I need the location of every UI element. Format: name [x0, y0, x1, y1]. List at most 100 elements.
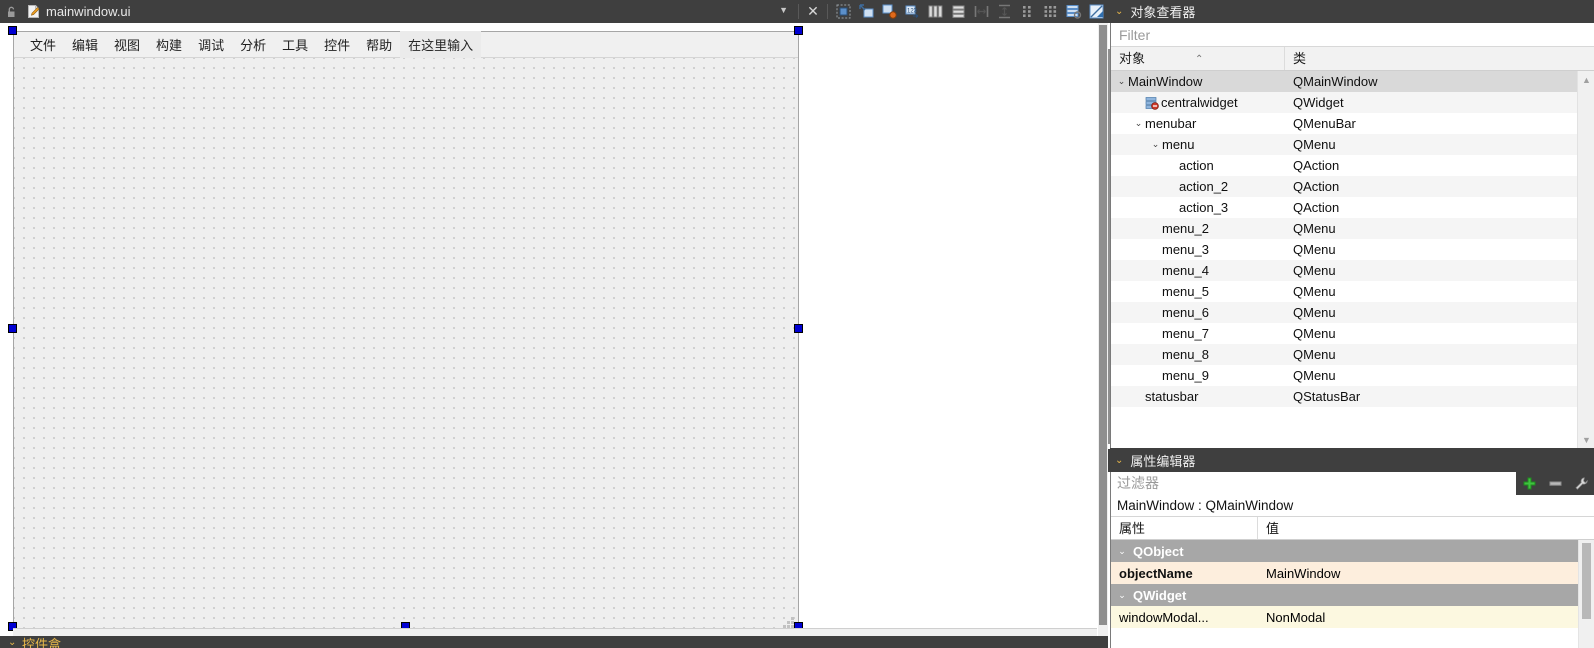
scroll-down-icon[interactable]: ▼ — [1578, 431, 1594, 448]
object-tree-row[interactable]: ⌄action QAction — [1111, 155, 1594, 176]
tree-expander-spacer: ⌄ — [1149, 307, 1162, 318]
object-inspector-scrollbar[interactable]: ▲ ▼ — [1577, 71, 1594, 448]
object-tree-row[interactable]: ⌄menu_9 QMenu — [1111, 365, 1594, 386]
tree-expander-icon[interactable]: ⌄ — [1132, 118, 1145, 129]
object-inspector-header[interactable]: ⌄ 对象查看器 — [1108, 0, 1594, 23]
selection-handle-top-right[interactable] — [794, 26, 803, 35]
add-property-button[interactable] — [1516, 472, 1542, 495]
object-tree-rows: ⌄MainWindowQMainWindow⌄centralwidgetQWid… — [1111, 71, 1594, 441]
chevron-down-icon[interactable]: ⌄ — [1115, 449, 1123, 472]
object-tree-row[interactable]: ⌄ centralwidget QWidget — [1111, 92, 1594, 113]
property-name-cell: ⌄ QObject — [1111, 544, 1258, 559]
column-header-object-label: 对象 — [1119, 51, 1146, 66]
property-row[interactable]: objectName MainWindow — [1111, 562, 1594, 584]
property-filter-input[interactable]: 过滤器 — [1111, 472, 1516, 495]
object-tree-cell-class: QMenu — [1293, 305, 1336, 320]
chevron-down-icon[interactable]: ▼ — [779, 5, 794, 18]
property-scroll-thumb[interactable] — [1582, 543, 1591, 619]
form-menu-goujian[interactable]: 构建 — [148, 31, 190, 58]
property-group-label: QWidget — [1133, 587, 1187, 603]
canvas-scroll-thumb[interactable] — [1099, 25, 1107, 625]
adjust-size-2-icon[interactable] — [1085, 0, 1108, 23]
property-editor-header[interactable]: ⌄ 属性编辑器 — [1108, 449, 1594, 472]
selection-handle-top-left[interactable] — [8, 26, 17, 35]
object-tree-row[interactable]: ⌄menu_6 QMenu — [1111, 302, 1594, 323]
layout-form-icon[interactable] — [1016, 0, 1039, 23]
form-menu-fenxi[interactable]: 分析 — [232, 31, 274, 58]
chevron-down-icon[interactable]: ⌄ — [1115, 0, 1123, 23]
edit-buddies-icon[interactable]: 123 — [901, 0, 924, 23]
form-main-window[interactable]: 文件 编辑 视图 构建 调试 分析 工具 控件 帮助 在这里输入 — [13, 31, 799, 634]
chevron-down-icon[interactable]: ⌄ — [8, 637, 16, 648]
property-value-cell[interactable]: NonModal — [1258, 610, 1594, 625]
layout-vertically-icon[interactable] — [947, 0, 970, 23]
property-editor-scrollbar[interactable] — [1578, 540, 1594, 648]
object-tree-cell-class: QMenu — [1293, 368, 1336, 383]
column-header-object[interactable]: 对象 ⌃ — [1111, 47, 1285, 70]
object-filter-input[interactable]: Filter — [1111, 23, 1594, 47]
object-tree-object-name: MainWindow — [1128, 74, 1203, 89]
object-tree-row[interactable]: ⌄menu_5 QMenu — [1111, 281, 1594, 302]
object-tree-row[interactable]: ⌄menu_4 QMenu — [1111, 260, 1594, 281]
chevron-down-icon[interactable]: ⌄ — [1111, 590, 1133, 601]
object-tree-row[interactable]: ⌄action_3 QAction — [1111, 197, 1594, 218]
form-menu-bianji[interactable]: 编辑 — [64, 31, 106, 58]
form-central-widget[interactable] — [14, 58, 798, 633]
selection-handle-middle-left[interactable] — [8, 324, 17, 333]
tree-expander-icon[interactable]: ⌄ — [1149, 139, 1162, 150]
tree-expander-spacer: ⌄ — [1149, 223, 1162, 234]
form-menu-bangzhu[interactable]: 帮助 — [358, 31, 400, 58]
scroll-up-icon[interactable]: ▲ — [1578, 71, 1594, 88]
break-layout-icon[interactable] — [832, 0, 855, 23]
object-tree-row[interactable]: ⌄menu_7 QMenu — [1111, 323, 1594, 344]
form-menu-tiaoshi[interactable]: 调试 — [190, 31, 232, 58]
object-tree-row[interactable]: ⌄menu_2 QMenu — [1111, 218, 1594, 239]
form-canvas[interactable]: 文件 编辑 视图 构建 调试 分析 工具 控件 帮助 在这里输入 — [0, 23, 1108, 648]
break-layout-2-icon[interactable] — [1062, 0, 1085, 23]
unlocked-padlock-icon[interactable] — [0, 0, 22, 23]
layout-horizontally-icon[interactable] — [924, 0, 947, 23]
object-tree-row[interactable]: ⌄statusbar QStatusBar — [1111, 386, 1594, 407]
object-tree-header: 对象 ⌃ 类 — [1111, 47, 1594, 71]
object-tree-cell-class: QMenu — [1293, 263, 1336, 278]
property-group-row[interactable]: ⌄ QObject — [1111, 540, 1594, 562]
column-header-property[interactable]: 属性 — [1111, 517, 1258, 539]
column-header-class[interactable]: 类 — [1285, 47, 1594, 70]
adjust-size-icon[interactable] — [855, 0, 878, 23]
form-menu-gongju[interactable]: 工具 — [274, 31, 316, 58]
object-tree-row[interactable]: ⌄menu_8 QMenu — [1111, 344, 1594, 365]
selection-handle-middle-right[interactable] — [794, 324, 803, 333]
form-menu-kongjian[interactable]: 控件 — [316, 31, 358, 58]
column-header-value[interactable]: 值 — [1258, 517, 1594, 539]
object-tree-cell-class: QMenu — [1293, 347, 1336, 362]
edit-signals-slots-icon[interactable] — [878, 0, 901, 23]
property-name-cell: windowModal... — [1119, 609, 1209, 625]
object-tree-row[interactable]: ⌄menu_3 QMenu — [1111, 239, 1594, 260]
open-file-name[interactable]: mainwindow.ui — [44, 0, 131, 23]
form-menu-shitu[interactable]: 视图 — [106, 31, 148, 58]
remove-property-button[interactable] — [1542, 472, 1568, 495]
object-tree-row[interactable]: ⌄action_2 QAction — [1111, 176, 1594, 197]
form-menu-new-placeholder[interactable]: 在这里输入 — [400, 31, 482, 58]
widget-box-dock-header[interactable]: ⌄ 控件盒 — [0, 636, 1108, 648]
property-editor-dock: ⌄ 属性编辑器 过滤器 MainWindow: QMainWindow 属性 … — [1108, 449, 1594, 648]
property-row[interactable]: windowModal... NonModal — [1111, 606, 1594, 628]
layout-horizontal-splitter-icon[interactable] — [970, 0, 993, 23]
canvas-vertical-scrollbar[interactable] — [1098, 23, 1108, 648]
layout-vertical-splitter-icon[interactable] — [993, 0, 1016, 23]
layout-grid-icon[interactable] — [1039, 0, 1062, 23]
chevron-down-icon[interactable]: ⌄ — [1111, 546, 1133, 557]
property-group-row[interactable]: ⌄ QWidget — [1111, 584, 1594, 606]
property-value-cell[interactable]: MainWindow — [1258, 566, 1594, 581]
wrench-icon[interactable] — [1568, 472, 1594, 495]
form-menubar[interactable]: 文件 编辑 视图 构建 调试 分析 工具 控件 帮助 在这里输入 — [14, 31, 798, 58]
object-tree-row[interactable]: ⌄ MainWindow QMainWindow — [1111, 71, 1594, 92]
form-menu-wenjian[interactable]: 文件 — [22, 31, 64, 58]
object-tree-row[interactable]: ⌄ menu QMenu — [1111, 134, 1594, 155]
object-tree-cell-class: QAction — [1293, 158, 1340, 173]
close-icon[interactable]: ✕ — [803, 0, 823, 23]
object-tree-row[interactable]: ⌄ menubar QMenuBar — [1111, 113, 1594, 134]
object-tree-cell-class: QAction — [1293, 200, 1340, 215]
object-tree-cell-class: QMenuBar — [1293, 116, 1356, 131]
tree-expander-icon[interactable]: ⌄ — [1115, 76, 1128, 87]
